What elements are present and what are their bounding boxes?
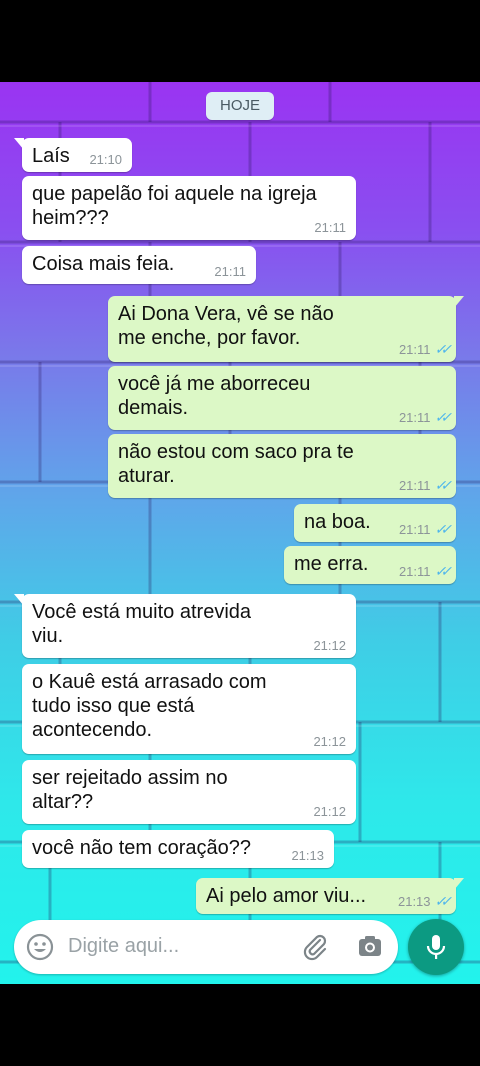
message-time: 21:11 — [314, 220, 346, 235]
message-text: Ai Dona Vera, vê se não me enche, por fa… — [118, 303, 334, 349]
message-time: 21:11 — [398, 564, 431, 579]
camera-icon[interactable] — [356, 933, 384, 961]
message-bubble-outgoing[interactable]: me erra. 21:11 ✓✓ — [284, 546, 456, 584]
message-bubble-incoming[interactable]: ser rejeitado assim no altar?? 21:12 — [22, 760, 356, 824]
message-meta: 21:11 ✓✓ — [398, 521, 453, 538]
message-time: 21:13 — [291, 848, 324, 863]
message-text: você não tem coração?? — [32, 837, 252, 859]
message-bubble-incoming[interactable]: que papelão foi aquele na igreja heim???… — [22, 176, 356, 240]
message-bubble-incoming[interactable]: Coisa mais feia. 21:11 — [22, 246, 256, 284]
message-bubble-outgoing[interactable]: Ai Dona Vera, vê se não me enche, por fa… — [108, 296, 464, 362]
microphone-icon — [426, 935, 446, 959]
message-bubble-outgoing[interactable]: você já me aborreceu demais. 21:11 ✓✓ — [108, 366, 456, 430]
message-time: 21:11 — [398, 342, 431, 357]
message-text: não estou com saco pra te aturar. — [118, 441, 354, 487]
bubble-tail — [454, 878, 464, 890]
paperclip-icon[interactable] — [300, 932, 330, 962]
message-text: o Kauê está arrasado com tudo isso que e… — [32, 671, 267, 741]
read-ticks-icon: ✓✓ — [434, 521, 453, 537]
message-text: Ai pelo amor viu... — [206, 885, 367, 907]
message-bubble-incoming[interactable]: você não tem coração?? 21:13 — [22, 830, 334, 868]
bubble-tail — [454, 296, 464, 308]
read-ticks-icon: ✓✓ — [434, 563, 453, 579]
message-meta: 21:11 ✓✓ — [398, 409, 453, 426]
smiley-icon[interactable] — [26, 933, 54, 961]
message-meta: 21:11 ✓✓ — [398, 563, 453, 580]
message-input[interactable]: Digite aqui... — [68, 935, 179, 958]
message-time: 21:12 — [313, 734, 346, 749]
message-time: 21:12 — [313, 638, 346, 653]
message-time: 21:11 — [214, 264, 246, 279]
message-text: Laís — [32, 145, 70, 167]
message-bubble-incoming[interactable]: o Kauê está arrasado com tudo isso que e… — [22, 664, 356, 754]
read-ticks-icon: ✓✓ — [434, 477, 453, 493]
message-meta: 21:13 ✓✓ — [397, 893, 453, 910]
message-text: que papelão foi aquele na igreja heim??? — [32, 183, 317, 229]
message-bubble-outgoing[interactable]: Ai pelo amor viu... 21:13 ✓✓ — [196, 878, 464, 914]
message-meta: 21:11 ✓✓ — [398, 341, 453, 358]
message-bubble-outgoing[interactable]: não estou com saco pra te aturar. 21:11 ✓… — [108, 434, 456, 498]
message-text: você já me aborreceu demais. — [118, 373, 311, 419]
date-chip: HOJE — [206, 92, 274, 120]
read-ticks-icon: ✓✓ — [434, 893, 453, 909]
message-time: 21:11 — [398, 478, 431, 493]
message-time: 21:11 — [398, 522, 431, 537]
message-text: Coisa mais feia. — [32, 253, 175, 275]
message-composer[interactable]: Digite aqui... — [14, 920, 398, 974]
message-bubble-outgoing[interactable]: na boa. 21:11 ✓✓ — [294, 504, 456, 542]
message-bubble-incoming[interactable]: Laís 21:10 — [14, 138, 132, 172]
message-bubble-incoming[interactable]: Você está muito atrevida viu. 21:12 — [14, 594, 356, 658]
message-text: na boa. — [304, 511, 371, 533]
read-ticks-icon: ✓✓ — [434, 341, 453, 357]
message-text: Você está muito atrevida viu. — [32, 601, 252, 647]
chat-background: HOJE Laís 21:10 que papelão foi aquele n… — [0, 82, 480, 984]
message-meta: 21:11 ✓✓ — [398, 477, 453, 494]
message-time: 21:11 — [398, 410, 431, 425]
message-text: me erra. — [294, 553, 369, 575]
message-time: 21:13 — [397, 894, 431, 909]
message-time: 21:12 — [313, 804, 346, 819]
bubble-tail — [14, 138, 24, 150]
message-text: ser rejeitado assim no altar?? — [32, 767, 228, 813]
microphone-button[interactable] — [408, 919, 464, 975]
message-time: 21:10 — [89, 152, 122, 167]
bubble-tail — [14, 594, 24, 606]
read-ticks-icon: ✓✓ — [434, 409, 453, 425]
